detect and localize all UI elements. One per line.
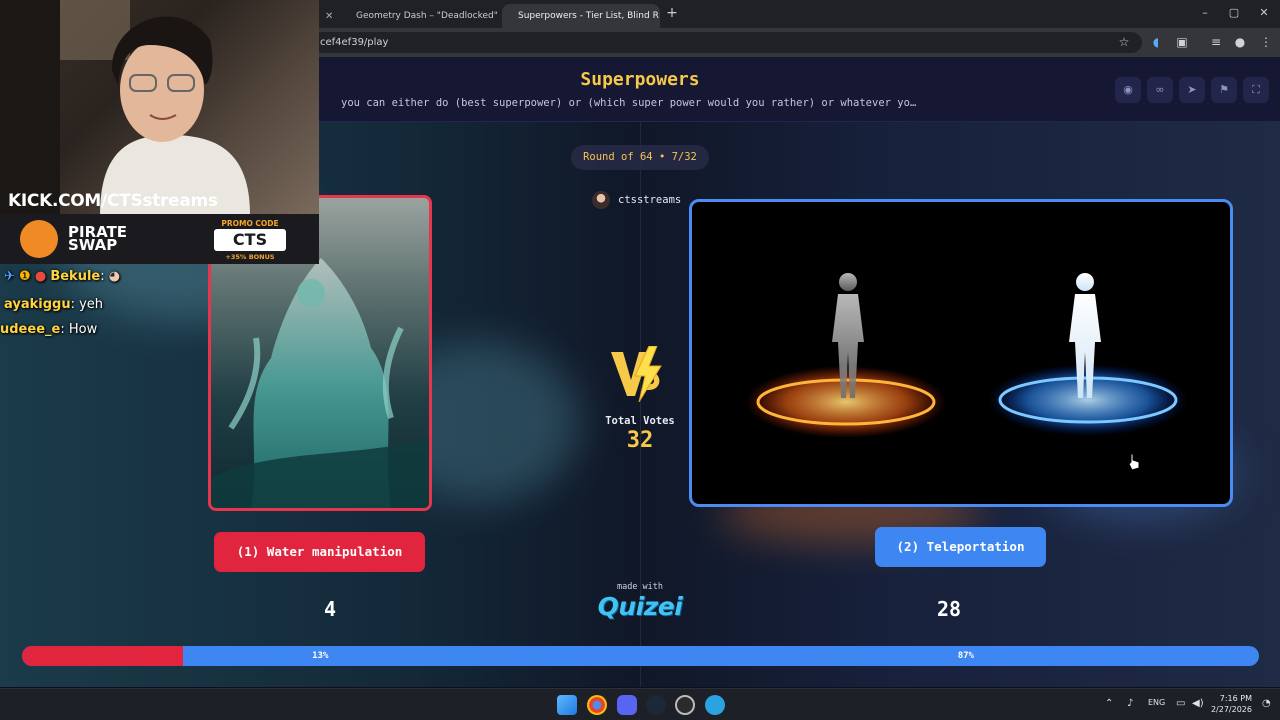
badge-icon: ❶ [19,269,31,284]
creator-tag[interactable]: ctsstreams [592,189,681,211]
chrome-icon[interactable] [587,695,607,715]
start-windows-icon[interactable] [557,695,577,715]
profile-avatar-icon[interactable]: ● [1232,34,1248,50]
pirate-mascot-icon [20,220,58,258]
tab-label: Geometry Dash – "Deadlocked" [356,11,498,21]
promo-code-label: PROMO CODE [221,219,279,228]
promo-bonus: +35% BONUS [225,253,275,261]
versus-icon [611,346,662,402]
option-1-vote-count: 4 [323,597,337,621]
vote-split-bar: 13% 87% [22,646,1259,666]
notifications-bell-icon[interactable]: ◔ [1262,698,1271,709]
mouse-cursor-icon [1128,453,1140,471]
promo-code: CTS [214,229,286,251]
new-tab-icon[interactable]: + [664,6,680,22]
chat-text: How [68,322,98,337]
avatar [592,191,610,209]
chat-username: Bekule [50,269,101,284]
fullscreen-icon[interactable]: ⛶ [1243,77,1269,103]
kick-channel-link: KICK.COM/CTSstreams [8,191,218,211]
chat-message: ✈ ❶ ● Bekule: ◕ [4,269,121,284]
tab-close-icon[interactable]: ✕ [322,4,336,28]
share-send-icon[interactable]: ➤ [1179,77,1205,103]
tab-superpowers[interactable]: Superpowers - Tier List, Blind R ✕ [502,4,660,28]
option-2-button[interactable]: (2) Teleportation [875,527,1046,567]
webcam-overlay: KICK.COM/CTSstreams [0,0,319,215]
option-1-percent: 13% [312,651,329,661]
creator-name: ctsstreams [618,194,682,206]
extensions-puzzle-icon[interactable]: ▣ [1174,34,1190,50]
url-text: cef4ef39/play [320,37,389,48]
kick-prefix: KICK.COM/ [8,191,107,211]
option-1-button[interactable]: (1) Water manipulation [214,532,425,572]
kick-channel-name: CTSstreams [106,191,218,211]
windows-taskbar: ⌃ ♪ ENG ▭ ◀) 7:16 PM 2/27/2026 ◔ [0,688,1280,720]
clock-date: 2/27/2026 [1210,705,1252,714]
sponsor-banner: PIRATE SWAP PROMO CODE CTS +35% BONUS [0,214,319,264]
obs-icon[interactable] [675,695,695,715]
badge-icon: ● [34,269,47,284]
chat-username: ayakiggu [4,297,71,312]
screen: ✕ Geometry Dash – "Deadlocked" ✕ Superpo… [0,0,1280,720]
total-votes-value: 32 [626,428,654,453]
page-subtitle: you can either do (best superpower) or (… [341,97,917,109]
emote-icon: ◕ [108,269,121,284]
maximize-icon[interactable]: ▢ [1225,6,1243,19]
streamer-webcam-image [0,0,250,215]
chat-message: udeee_e: How [0,322,98,337]
quizei-logo[interactable]: Quizei [580,592,700,621]
minimize-icon[interactable]: – [1196,6,1214,19]
url-input[interactable]: cef4ef39/play [312,32,1142,53]
option-1-bar-fill [22,646,183,666]
media-control-icon[interactable]: ≡ [1208,34,1224,50]
discord-icon[interactable] [617,695,637,715]
network-icon[interactable]: ▭ [1176,698,1185,709]
microphone-icon[interactable]: ♪ [1127,698,1133,709]
bookmark-star-icon[interactable]: ☆ [1116,34,1132,50]
link-icon[interactable]: ∞ [1147,77,1173,103]
option-2-image[interactable] [689,199,1233,507]
tray-chevron-icon[interactable]: ⌃ [1105,698,1113,709]
menu-kebab-icon[interactable]: ⋮ [1258,34,1274,50]
close-window-icon[interactable]: ✕ [1255,6,1273,19]
total-votes-label: Total Votes [605,415,675,427]
option-2-percent: 87% [957,651,974,661]
option-2-vote-count: 28 [936,597,962,621]
telegram-icon[interactable] [705,695,725,715]
taskbar-clock[interactable]: 7:16 PM 2/27/2026 [1202,693,1252,715]
language-indicator[interactable]: ENG [1148,698,1165,707]
chat-text: yeh [79,297,104,312]
badge-icon: ✈ [4,269,15,284]
round-badge: Round of 64 • 7/32 [571,145,709,170]
extension-audio-icon[interactable]: ◖ [1148,34,1164,50]
tab-label: Superpowers - Tier List, Blind R [518,11,659,21]
chat-message: ayakiggu: yeh [4,297,104,312]
made-with-label: made with [616,582,664,592]
report-flag-icon[interactable]: ⚑ [1211,77,1237,103]
chat-username: udeee_e [0,322,61,337]
clock-time: 7:16 PM [1219,694,1252,703]
sponsor-name: PIRATE SWAP [68,225,127,253]
view-eye-icon[interactable]: ◉ [1115,77,1141,103]
steam-icon[interactable] [646,695,666,715]
teleportation-illustration [746,273,1188,438]
tab-geometry-dash[interactable]: Geometry Dash – "Deadlocked" ✕ [340,4,500,28]
